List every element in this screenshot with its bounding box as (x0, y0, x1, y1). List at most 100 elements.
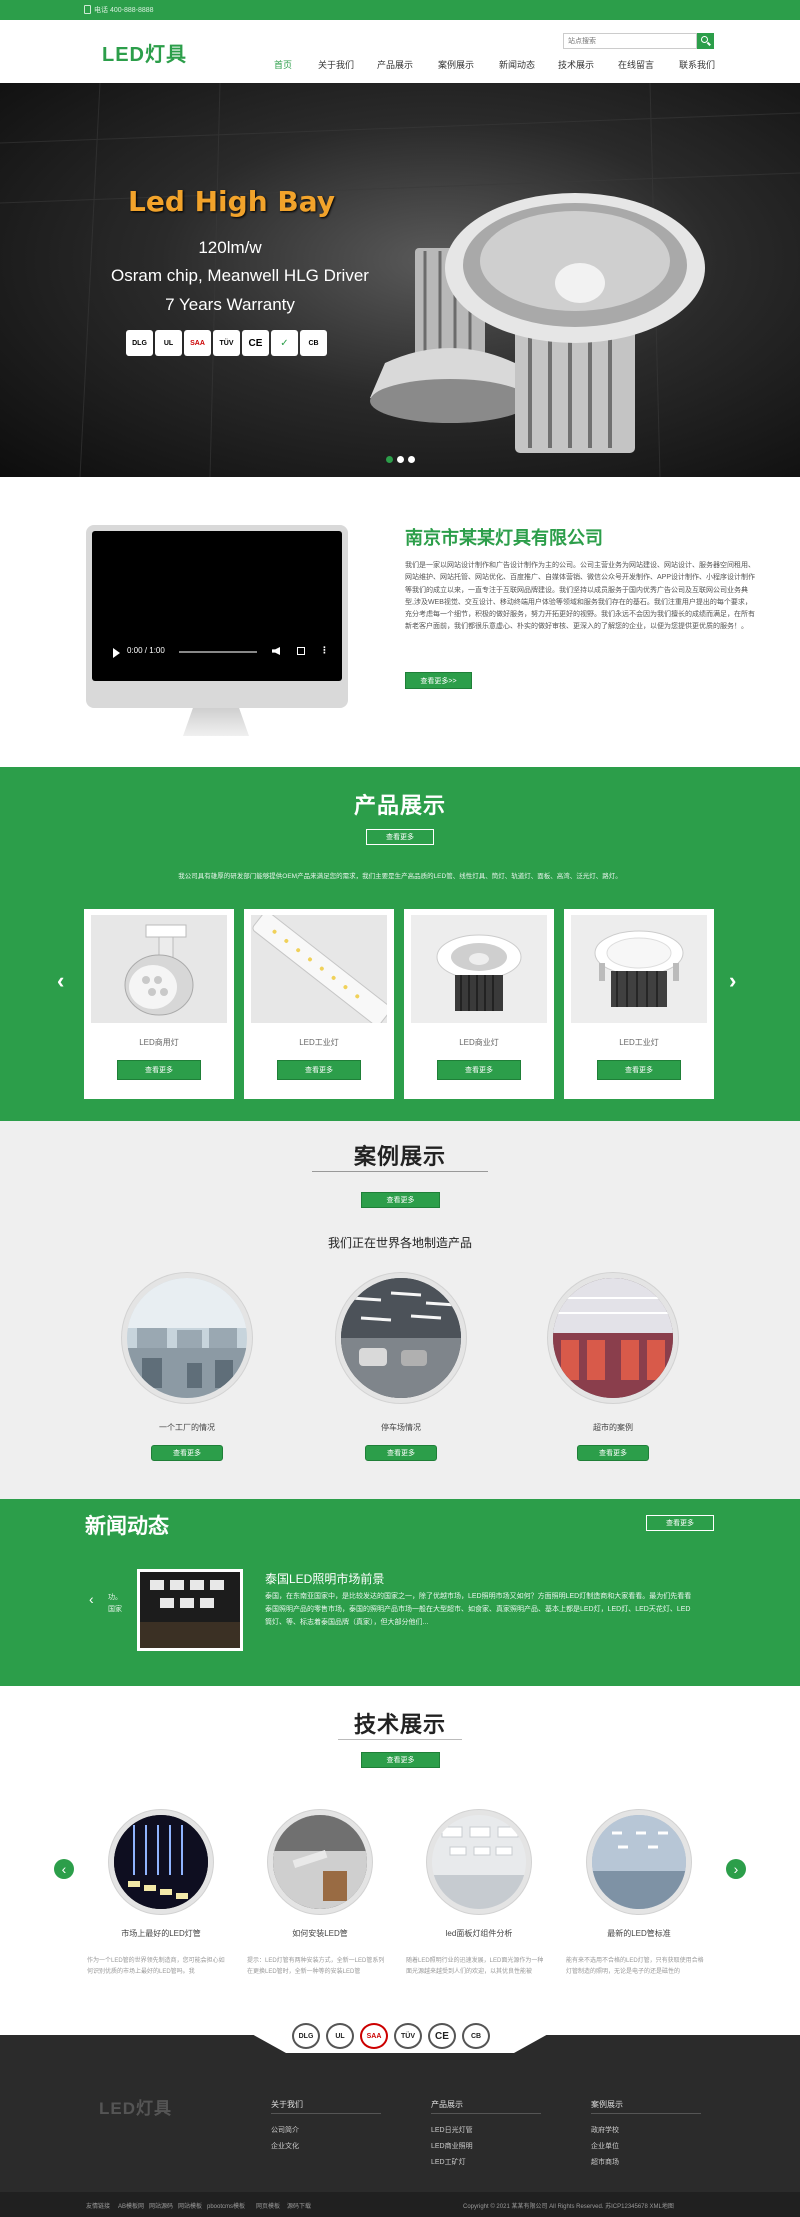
badge-check: ✓ (271, 330, 298, 356)
footer-col-divider (271, 2113, 381, 2114)
friend-link[interactable]: 网站模板 (178, 2201, 202, 2210)
friend-link[interactable]: 网站源码 (149, 2201, 173, 2210)
friend-link[interactable]: pbootcms模板 (207, 2201, 245, 2210)
product-card[interactable]: LED商业灯 查看更多 (404, 909, 554, 1099)
news-headline[interactable]: 泰国LED照明市场前景 (265, 1570, 384, 1587)
product-label: LED工业灯 (299, 1038, 339, 1047)
search-input[interactable] (563, 33, 697, 49)
case-label: 停车场情况 (381, 1423, 421, 1432)
product-image-tube (251, 915, 387, 1023)
footer-col-divider (591, 2113, 701, 2114)
tech-more-button[interactable]: 查看更多 (361, 1752, 440, 1768)
play-icon[interactable] (113, 648, 120, 658)
product-image-downlight-2 (571, 915, 707, 1023)
product-more-button[interactable]: 查看更多 (597, 1060, 681, 1080)
case-image-parking[interactable] (336, 1273, 466, 1403)
tech-label[interactable]: led面板灯组件分析 (399, 1928, 559, 1939)
tech-image-2[interactable] (268, 1810, 372, 1914)
footer-link[interactable]: 企业单位 (591, 2141, 619, 2151)
footer-link[interactable]: 政府学校 (591, 2125, 619, 2135)
phone-text: 电话 400-888-8888 (94, 7, 154, 14)
tech-image-1[interactable] (109, 1810, 213, 1914)
products-next-arrow[interactable]: › (729, 968, 736, 994)
news-prev-arrow[interactable]: ‹ (89, 1591, 94, 1607)
video-progress[interactable] (179, 651, 257, 653)
badge-cb: CB (300, 330, 327, 356)
case-image-factory[interactable] (122, 1273, 252, 1403)
products-more-button[interactable]: 查看更多 (366, 829, 434, 845)
product-card[interactable]: LED商用灯 查看更多 (84, 909, 234, 1099)
cases-more-button[interactable]: 查看更多 (361, 1192, 440, 1208)
case-label: 一个工厂的情况 (159, 1423, 215, 1432)
hero-line3: 7 Years Warranty (165, 295, 295, 314)
hero-badges: DLG UL SAA TÜV CE ✓ CB (126, 330, 346, 356)
volume-icon[interactable] (272, 647, 280, 655)
nav-news[interactable]: 新闻动态 (499, 58, 535, 71)
spotlight-lamp-image (124, 924, 194, 1016)
product-more-button[interactable]: 查看更多 (117, 1060, 201, 1080)
video-player[interactable]: 0:00 / 1:00 ⋮ (92, 531, 342, 681)
footer-link[interactable]: LED工矿灯 (431, 2157, 466, 2167)
nav-products[interactable]: 产品展示 (377, 58, 413, 71)
hero-title: Led High Bay (128, 185, 336, 218)
tech-label[interactable]: 市场上最好的LED灯管 (81, 1928, 241, 1939)
nav-cases[interactable]: 案例展示 (438, 58, 474, 71)
footer-link[interactable]: LED日光灯管 (431, 2125, 473, 2135)
slider-dot-3[interactable] (408, 456, 415, 463)
tech-label[interactable]: 如何安装LED管 (240, 1928, 400, 1939)
products-title: 产品展示 (353, 793, 446, 818)
case-image-supermarket[interactable] (548, 1273, 678, 1403)
tech-image-4[interactable] (587, 1810, 691, 1914)
tech-photo-install (273, 1815, 367, 1909)
more-options-icon[interactable]: ⋮ (320, 645, 329, 656)
badge-dlg: DLG (126, 330, 153, 356)
about-monitor: 0:00 / 1:00 ⋮ (86, 525, 348, 708)
nav-about[interactable]: 关于我们 (318, 58, 354, 71)
badge-ul: UL (155, 330, 182, 356)
about-more-button[interactable]: 查看更多>> (405, 672, 472, 689)
friend-link[interactable]: 网页模板 (256, 2201, 280, 2210)
product-card[interactable]: LED工业灯 查看更多 (244, 909, 394, 1099)
fullscreen-icon[interactable] (297, 647, 305, 655)
case-more-button[interactable]: 查看更多 (577, 1445, 649, 1461)
news-prev-item: 功。 国家 (108, 1594, 122, 1613)
slider-dot-2[interactable] (397, 456, 404, 463)
product-more-button[interactable]: 查看更多 (277, 1060, 361, 1080)
product-card[interactable]: LED工业灯 查看更多 (564, 909, 714, 1099)
friend-link[interactable]: 源码下载 (287, 2201, 311, 2210)
case-more-button[interactable]: 查看更多 (365, 1445, 437, 1461)
downlight-2-image (594, 930, 684, 1007)
factory-photo (127, 1278, 247, 1398)
footer-link[interactable]: LED商业照明 (431, 2141, 473, 2151)
footer-link[interactable]: 公司简介 (271, 2125, 299, 2135)
video-time: 0:00 / 1:00 (127, 646, 165, 655)
nav-message[interactable]: 在线留言 (618, 58, 654, 71)
hero-line1: 120lm/w (198, 238, 262, 257)
news-more-button[interactable]: 查看更多 (646, 1515, 714, 1531)
news-thumbnail[interactable] (137, 1569, 243, 1651)
product-more-button[interactable]: 查看更多 (437, 1060, 521, 1080)
products-prev-arrow[interactable]: ‹ (57, 968, 64, 994)
search-button[interactable] (697, 33, 714, 49)
footer-col-title: 关于我们 (271, 2100, 303, 2109)
tech-image-3[interactable] (427, 1810, 531, 1914)
footer-link[interactable]: 超市商场 (591, 2157, 619, 2167)
footer-badge-saa: SAA (360, 2023, 388, 2049)
nav-home[interactable]: 首页 (274, 58, 292, 71)
footer-link[interactable]: 企业文化 (271, 2141, 299, 2151)
tech-prev-arrow[interactable]: ‹ (54, 1859, 74, 1879)
tube-lamp-image (252, 915, 387, 1023)
case-more-button[interactable]: 查看更多 (151, 1445, 223, 1461)
logo[interactable]: LED灯具 (102, 38, 187, 67)
tech-next-arrow[interactable]: › (726, 1859, 746, 1879)
footer-logo[interactable]: LED灯具 (99, 2094, 172, 2119)
slider-dot-1[interactable] (386, 456, 393, 463)
cases-title-divider (312, 1171, 488, 1172)
news-photo (140, 1572, 240, 1648)
tech-label[interactable]: 最新的LED管标准 (559, 1928, 719, 1939)
nav-contact[interactable]: 联系我们 (679, 58, 715, 71)
friend-link[interactable]: AB模板网 (118, 2201, 144, 2210)
nav-tech[interactable]: 技术展示 (558, 58, 594, 71)
tech-title: 技术展示 (353, 1712, 446, 1737)
tech-title-divider (338, 1739, 462, 1740)
